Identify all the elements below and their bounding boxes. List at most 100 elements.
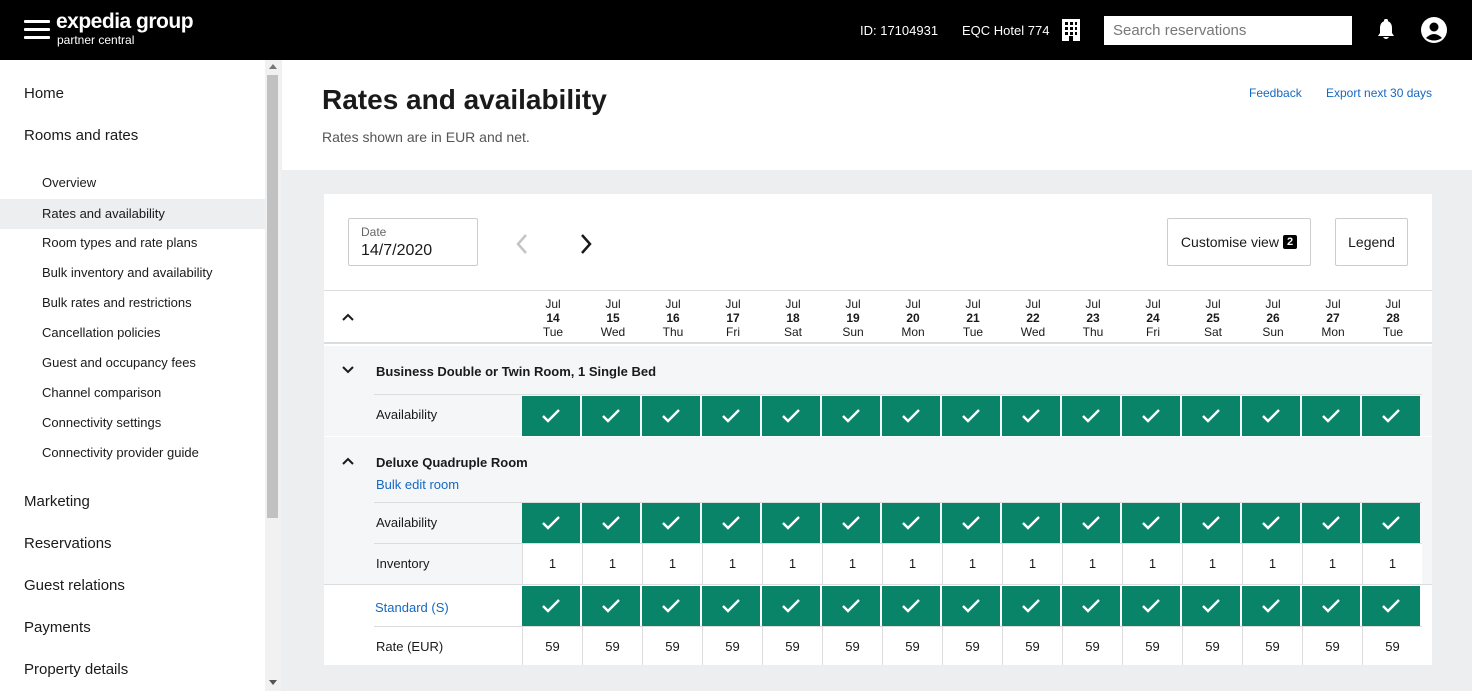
chevron-up-icon[interactable] bbox=[342, 457, 354, 465]
sidebar-sub-guest-fees[interactable]: Guest and occupancy fees bbox=[0, 348, 265, 378]
availability-cell[interactable] bbox=[1062, 396, 1120, 436]
rate-cell[interactable]: 59 bbox=[1302, 627, 1362, 665]
menu-icon[interactable] bbox=[24, 20, 50, 40]
availability-cell[interactable] bbox=[582, 586, 640, 626]
inventory-cell[interactable]: 1 bbox=[1362, 544, 1422, 584]
availability-cell[interactable] bbox=[942, 503, 1000, 543]
search-input[interactable] bbox=[1104, 16, 1352, 45]
customise-view-button[interactable]: Customise view 2 bbox=[1167, 218, 1311, 266]
availability-cell[interactable] bbox=[942, 396, 1000, 436]
scroll-down-icon[interactable] bbox=[269, 680, 277, 685]
rate-cell[interactable]: 59 bbox=[822, 627, 882, 665]
bulk-edit-room-link[interactable]: Bulk edit room bbox=[376, 477, 459, 492]
sidebar-sub-overview[interactable]: Overview bbox=[0, 168, 265, 198]
rate-cell[interactable]: 59 bbox=[642, 627, 702, 665]
inventory-cell[interactable]: 1 bbox=[762, 544, 822, 584]
availability-cell[interactable] bbox=[882, 503, 940, 543]
rate-cell[interactable]: 59 bbox=[702, 627, 762, 665]
inventory-cell[interactable]: 1 bbox=[1002, 544, 1062, 584]
bell-icon[interactable] bbox=[1376, 19, 1396, 41]
sidebar-sub-bulk-inventory[interactable]: Bulk inventory and availability bbox=[0, 258, 265, 288]
sidebar-scrollbar[interactable] bbox=[265, 60, 281, 691]
sidebar-sub-channel-comparison[interactable]: Channel comparison bbox=[0, 378, 265, 408]
inventory-cell[interactable]: 1 bbox=[702, 544, 762, 584]
account-icon[interactable] bbox=[1421, 17, 1447, 43]
rate-cell[interactable]: 59 bbox=[1002, 627, 1062, 665]
rate-cell[interactable]: 59 bbox=[882, 627, 942, 665]
availability-cell[interactable] bbox=[1302, 503, 1360, 543]
availability-cell[interactable] bbox=[1182, 586, 1240, 626]
availability-cell[interactable] bbox=[1362, 396, 1420, 436]
hotel-name[interactable]: EQC Hotel 774 bbox=[962, 23, 1049, 38]
availability-cell[interactable] bbox=[1242, 503, 1300, 543]
feedback-link[interactable]: Feedback bbox=[1249, 86, 1302, 100]
availability-cell[interactable] bbox=[1122, 503, 1180, 543]
availability-cell[interactable] bbox=[822, 586, 880, 626]
availability-cell[interactable] bbox=[1062, 586, 1120, 626]
inventory-cell[interactable]: 1 bbox=[582, 544, 642, 584]
availability-cell[interactable] bbox=[1362, 586, 1420, 626]
sidebar-sub-bulk-rates[interactable]: Bulk rates and restrictions bbox=[0, 288, 265, 318]
availability-cell[interactable] bbox=[822, 396, 880, 436]
availability-cell[interactable] bbox=[1062, 503, 1120, 543]
chevron-down-icon[interactable] bbox=[342, 366, 354, 374]
rate-cell[interactable]: 59 bbox=[522, 627, 582, 665]
inventory-cell[interactable]: 1 bbox=[822, 544, 882, 584]
rate-cell[interactable]: 59 bbox=[1062, 627, 1122, 665]
inventory-cell[interactable]: 1 bbox=[1062, 544, 1122, 584]
availability-cell[interactable] bbox=[1122, 396, 1180, 436]
availability-cell[interactable] bbox=[762, 503, 820, 543]
availability-cell[interactable] bbox=[522, 503, 580, 543]
inventory-cell[interactable]: 1 bbox=[1242, 544, 1302, 584]
availability-cell[interactable] bbox=[1002, 396, 1060, 436]
availability-cell[interactable] bbox=[1182, 503, 1240, 543]
sidebar-sub-cancellation[interactable]: Cancellation policies bbox=[0, 318, 265, 348]
availability-cell[interactable] bbox=[582, 503, 640, 543]
availability-cell[interactable] bbox=[882, 396, 940, 436]
availability-cell[interactable] bbox=[522, 586, 580, 626]
inventory-cell[interactable]: 1 bbox=[1302, 544, 1362, 584]
sidebar-item-guest-relations[interactable]: Guest relations bbox=[24, 577, 125, 594]
legend-button[interactable]: Legend bbox=[1335, 218, 1408, 266]
availability-cell[interactable] bbox=[822, 503, 880, 543]
availability-cell[interactable] bbox=[1122, 586, 1180, 626]
availability-cell[interactable] bbox=[1002, 503, 1060, 543]
rate-cell[interactable]: 59 bbox=[1242, 627, 1302, 665]
scroll-thumb[interactable] bbox=[267, 75, 278, 518]
scroll-up-icon[interactable] bbox=[269, 64, 277, 69]
sidebar-item-rooms-and-rates[interactable]: Rooms and rates bbox=[24, 127, 138, 144]
inventory-cell[interactable]: 1 bbox=[1182, 544, 1242, 584]
availability-cell[interactable] bbox=[702, 503, 760, 543]
export-link[interactable]: Export next 30 days bbox=[1326, 86, 1432, 100]
building-icon[interactable] bbox=[1060, 18, 1082, 42]
inventory-cell[interactable]: 1 bbox=[522, 544, 582, 584]
rate-cell[interactable]: 59 bbox=[942, 627, 1002, 665]
availability-cell[interactable] bbox=[642, 503, 700, 543]
chevron-up-icon[interactable] bbox=[342, 313, 354, 321]
availability-cell[interactable] bbox=[1362, 503, 1420, 543]
sidebar-sub-rates-and-availability[interactable]: Rates and availability bbox=[0, 199, 265, 229]
availability-cell[interactable] bbox=[1242, 396, 1300, 436]
rate-cell[interactable]: 59 bbox=[1182, 627, 1242, 665]
sidebar-sub-room-types[interactable]: Room types and rate plans bbox=[0, 228, 265, 258]
availability-cell[interactable] bbox=[1182, 396, 1240, 436]
logo[interactable]: expedia group partner central bbox=[56, 10, 194, 46]
availability-cell[interactable] bbox=[1302, 396, 1360, 436]
availability-cell[interactable] bbox=[1002, 586, 1060, 626]
availability-cell[interactable] bbox=[702, 586, 760, 626]
availability-cell[interactable] bbox=[762, 586, 820, 626]
availability-cell[interactable] bbox=[762, 396, 820, 436]
availability-cell[interactable] bbox=[942, 586, 1000, 626]
sidebar-item-home[interactable]: Home bbox=[24, 85, 64, 102]
availability-cell[interactable] bbox=[582, 396, 640, 436]
rate-plan-link[interactable]: Standard (S) bbox=[375, 600, 449, 615]
rate-cell[interactable]: 59 bbox=[1362, 627, 1422, 665]
availability-cell[interactable] bbox=[522, 396, 580, 436]
availability-cell[interactable] bbox=[1242, 586, 1300, 626]
availability-cell[interactable] bbox=[882, 586, 940, 626]
sidebar-item-payments[interactable]: Payments bbox=[24, 619, 91, 636]
date-field[interactable]: Date 14/7/2020 bbox=[348, 218, 478, 266]
inventory-cell[interactable]: 1 bbox=[942, 544, 1002, 584]
chevron-right-icon[interactable] bbox=[576, 232, 596, 256]
sidebar-item-property-details[interactable]: Property details bbox=[24, 661, 128, 678]
